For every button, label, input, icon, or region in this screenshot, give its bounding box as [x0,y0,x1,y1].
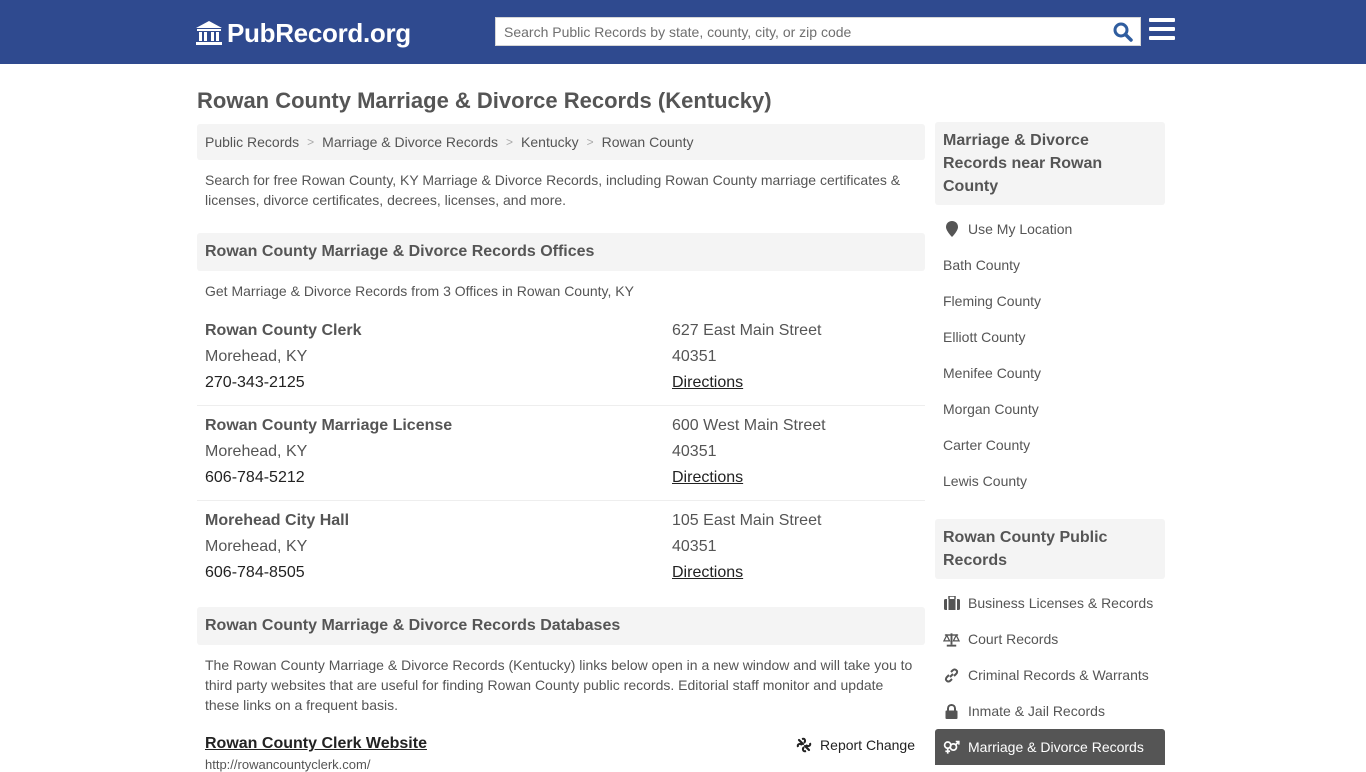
office-list: Rowan County Clerk Morehead, KY 270-343-… [197,311,925,595]
menu-bar [1149,36,1175,40]
link-icon [943,667,960,683]
public-records-list: Business Licenses & Records Court Record… [935,585,1165,765]
use-my-location-label: Use My Location [968,221,1073,237]
briefcase-icon [943,595,960,611]
office-phone[interactable]: 606-784-8505 [205,560,672,586]
nearby-list: Use My Location Bath County Fleming Coun… [935,211,1165,499]
sidebar-item-marriage-divorce[interactable]: Marriage & Divorce Records [935,729,1165,765]
directions-link[interactable]: Directions [672,374,743,391]
nearby-county-link[interactable]: Lewis County [935,463,1165,499]
office-street: 105 East Main Street [672,512,822,529]
use-my-location-link[interactable]: Use My Location [935,211,1165,247]
databases-text: The Rowan County Marriage & Divorce Reco… [205,657,913,713]
directions-link[interactable]: Directions [672,564,743,581]
office-street: 627 East Main Street [672,322,822,339]
intro-text: Search for free Rowan County, KY Marriag… [205,172,901,208]
search-button[interactable] [1112,21,1134,43]
main-content: Public Records > Marriage & Divorce Reco… [197,124,925,772]
menu-bar [1149,18,1175,22]
offices-subtext: Get Marriage & Divorce Records from 3 Of… [205,283,634,299]
database-title-link[interactable]: Rowan County Clerk Website [205,735,427,752]
office-name: Rowan County Marriage License [205,417,453,434]
courthouse-icon [196,21,222,45]
directions-link[interactable]: Directions [672,469,743,486]
search-box [495,17,1141,46]
office-phone[interactable]: 270-343-2125 [205,370,672,396]
nearby-county-link[interactable]: Morgan County [935,391,1165,427]
sidebar-item-label: Marriage & Divorce Records [968,739,1144,755]
nearby-county-link[interactable]: Carter County [935,427,1165,463]
sidebar-item-label: Criminal Records & Warrants [968,667,1149,683]
nearby-county-link[interactable]: Menifee County [935,355,1165,391]
map-marker-icon [943,221,960,237]
breadcrumb-separator: > [506,135,514,149]
top-navbar: PubRecord.org [0,0,1366,64]
breadcrumb-separator: > [307,135,315,149]
nearby-county-link[interactable]: Bath County [935,247,1165,283]
breadcrumb: Public Records > Marriage & Divorce Reco… [197,124,925,160]
nearby-county-link[interactable]: Fleming County [935,283,1165,319]
office-zip: 40351 [672,348,717,365]
broken-link-icon [796,737,812,753]
office-city: Morehead, KY [205,348,308,365]
hamburger-menu-button[interactable] [1149,18,1175,42]
search-icon [1113,22,1133,42]
database-url[interactable]: http://rowancountyclerk.com/ [205,757,917,772]
gender-symbols-icon [943,739,960,755]
nearby-county-link[interactable]: Elliott County [935,319,1165,355]
page-title: Rowan County Marriage & Divorce Records … [197,88,772,113]
office-name: Morehead City Hall [205,512,350,529]
breadcrumb-rowan-county[interactable]: Rowan County [602,134,694,150]
sidebar-item-label: Court Records [968,631,1059,647]
office-street: 600 West Main Street [672,417,826,434]
sidebar-item-criminal-records[interactable]: Criminal Records & Warrants [935,657,1165,693]
report-change-button[interactable]: Report Change [796,737,915,753]
report-change-label: Report Change [820,737,915,753]
office-zip: 40351 [672,443,717,460]
logo-text: PubRecord.org [227,17,411,48]
office-item: Rowan County Clerk Morehead, KY 270-343-… [197,311,925,406]
office-city: Morehead, KY [205,443,308,460]
breadcrumb-public-records[interactable]: Public Records [205,134,299,150]
nearby-heading: Marriage & Divorce Records near Rowan Co… [935,122,1165,205]
offices-heading: Rowan County Marriage & Divorce Records … [197,233,925,271]
lock-icon [943,703,960,719]
office-item: Rowan County Marriage License Morehead, … [197,406,925,501]
breadcrumb-separator: > [586,135,594,149]
sidebar-item-court-records[interactable]: Court Records [935,621,1165,657]
office-zip: 40351 [672,538,717,555]
office-phone[interactable]: 606-784-5212 [205,465,672,491]
sidebar-item-business-licenses[interactable]: Business Licenses & Records [935,585,1165,621]
office-name: Rowan County Clerk [205,322,362,339]
sidebar-item-label: Business Licenses & Records [968,595,1154,611]
sidebar-item-label: Inmate & Jail Records [968,703,1105,719]
sidebar-item-inmate-records[interactable]: Inmate & Jail Records [935,693,1165,729]
office-item: Morehead City Hall Morehead, KY 606-784-… [197,501,925,595]
menu-bar [1149,27,1175,31]
site-logo[interactable]: PubRecord.org [195,17,411,49]
breadcrumb-marriage-divorce[interactable]: Marriage & Divorce Records [322,134,498,150]
public-records-heading: Rowan County Public Records [935,519,1165,579]
search-input[interactable] [496,18,1106,45]
office-city: Morehead, KY [205,538,308,555]
scales-icon [943,631,960,647]
database-item: Rowan County Clerk Website http://rowanc… [197,735,925,772]
databases-heading: Rowan County Marriage & Divorce Records … [197,607,925,645]
breadcrumb-kentucky[interactable]: Kentucky [521,134,579,150]
sidebar: Marriage & Divorce Records near Rowan Co… [935,122,1165,765]
